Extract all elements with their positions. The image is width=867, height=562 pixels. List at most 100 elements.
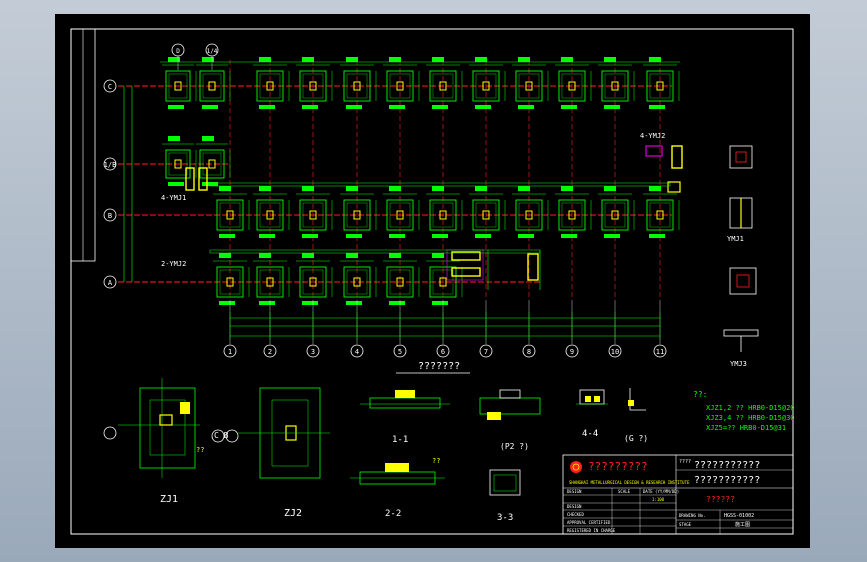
- project-name: ???????????: [694, 460, 760, 471]
- label-section-3-3: 3-3: [497, 513, 513, 523]
- label-2-ymj2: 2-YMJ2: [161, 260, 186, 268]
- axis-bubble-col-label-3: 3: [311, 348, 315, 356]
- label-zj1-qq: ??: [196, 446, 204, 454]
- footing-c-6: [426, 57, 463, 109]
- footing-b-4: [340, 186, 377, 238]
- pile-cap-6: [671, 145, 683, 169]
- label-ymj3: YMJ3: [730, 360, 747, 368]
- section-g-shape: [629, 388, 646, 411]
- zj1-axis-bubble: [103, 426, 117, 440]
- footing-b-11: [643, 186, 680, 238]
- label-section-p: (P2 ?): [500, 442, 529, 451]
- axis-bubble-col-label-7: 7: [484, 348, 488, 356]
- tb-stage-label: STAGE: [679, 522, 692, 527]
- tb-drawing-no-label: DRAWING No.: [679, 513, 706, 518]
- axis-bubble-col-label-2: 2: [268, 348, 272, 356]
- axis-bubble-row-label-1: C: [108, 83, 112, 91]
- tb-row1-scale: SCALE: [618, 489, 631, 494]
- footing-c-8: [512, 57, 549, 109]
- footing-b-5: [383, 186, 420, 238]
- section-1-1-column: [395, 390, 415, 398]
- tb-registered: REGISTERED IN CHARGE: [567, 528, 616, 533]
- footing-c-4: [340, 57, 377, 109]
- footing-b-10: [598, 186, 635, 238]
- footing-c-5: [383, 57, 420, 109]
- label-ymj1: YMJ1: [727, 235, 744, 243]
- ymj-plan-1: [729, 145, 753, 169]
- tb-row1-date: DATE (YY/MM/DD): [643, 489, 679, 494]
- label-22-qq: ??: [432, 457, 440, 465]
- notes-line-3: XJZ5=?? HRB0-D15@31: [706, 424, 786, 432]
- cad-viewport[interactable]: C 1/B B A 1 2 3 4 5 6 7 8 9 10 11 D 1/4 ??????? ZJ1 ZJ2 …: [0, 0, 867, 562]
- label-4-ymj2: 4-YMJ2: [640, 132, 665, 140]
- tie-beam-1: [209, 182, 671, 187]
- section-p2-beam: [487, 412, 501, 420]
- drawing-name: ???????????: [694, 475, 760, 486]
- axis-bubble-col-label-10: 10: [611, 348, 619, 356]
- ymj-plan-3: [729, 267, 757, 295]
- footing-c-9: [555, 57, 592, 109]
- axis-bubble-row-label-3: B: [108, 212, 112, 220]
- foundation-plan-drawing: C1/BBA1 2 3 4 5 6 7 8 9 10 11D 1/4 ??????? ZJ1 ZJ2 …: [70, 28, 795, 535]
- axis-bubble-col-label-6: 6: [441, 348, 445, 356]
- footing-1b-d: [162, 136, 197, 186]
- footing-a-3: [296, 253, 333, 305]
- footing-c-10: [598, 57, 635, 109]
- zj1-inner: [149, 399, 186, 456]
- tb-row1-design: DESIGN: [567, 489, 582, 494]
- project-label: ????: [679, 459, 691, 465]
- label-4-ymj1: 4-YMJ1: [161, 194, 186, 202]
- footing-b-1: [213, 186, 250, 238]
- tb-checked: CHECKED: [567, 512, 584, 517]
- label-section-g: (G ?): [624, 434, 648, 443]
- footing-a-2: [253, 253, 290, 305]
- tb-approval: APPROVAL CERTIFIED: [567, 520, 611, 525]
- section-4-4-box: [579, 389, 605, 405]
- ymj-plan-4: [723, 329, 759, 337]
- footing-b-6: [426, 186, 463, 238]
- section-1-1-base: [369, 397, 441, 409]
- axis-bubble-col-label-1: 1: [228, 348, 232, 356]
- axis-bubble-col-label-11: 11: [656, 348, 664, 356]
- label-section-2-2: 2-2: [385, 509, 401, 519]
- footing-b-9: [555, 186, 592, 238]
- footing-b-7: [469, 186, 506, 238]
- footing-a-5: [383, 253, 420, 305]
- dimension-layer: [123, 61, 680, 340]
- axis-bubble-col-label-9: 9: [570, 348, 574, 356]
- footing-b-2: [253, 186, 290, 238]
- footing-c-7: [469, 57, 506, 109]
- footing-1b-14: [196, 136, 231, 186]
- axis-grid-lines: [118, 60, 672, 300]
- section-p2-base: [479, 397, 541, 415]
- label-zj1: ZJ1: [160, 494, 178, 505]
- company-name: ?????????: [588, 460, 648, 473]
- label-section-4-4: 4-4: [582, 429, 598, 439]
- axis-bubble-col-label-5: 5: [398, 348, 402, 356]
- zj1-column: [180, 402, 190, 414]
- footing-layer: [162, 57, 683, 305]
- label-zj2: ZJ2: [284, 508, 302, 519]
- axis-bubble-top-label-1: D: [176, 48, 180, 55]
- tb-scale-value: 1:100: [652, 497, 665, 502]
- axis-bubble-top-label-2: 1/4: [207, 48, 218, 55]
- label-cross-cb: C B: [214, 431, 229, 440]
- pile-cap-5: [527, 253, 539, 281]
- footing-a-1: [213, 253, 250, 305]
- company-logo: [570, 461, 582, 473]
- magenta-mark-1: [645, 145, 663, 157]
- axis-bubble-col-label-4: 4: [355, 348, 359, 356]
- axis-bubble-col-label-8: 8: [527, 348, 531, 356]
- company-name-en: SHANGHAI METALLURGICAL DESIGN & RESEARCH…: [569, 480, 690, 485]
- tb-design: DESIGN: [567, 504, 582, 509]
- footing-b-8: [512, 186, 549, 238]
- section-2-2-column: [385, 463, 409, 472]
- footing-c-14: [196, 57, 231, 109]
- notes-line-1: XJZ1,2 ?? HRB0-D15@20: [706, 404, 795, 412]
- title-block: ????????? SHANGHAI METALLURGICAL DESIGN …: [562, 454, 794, 535]
- axis-bubble-row-label-4: A: [108, 279, 113, 287]
- axis-bubble-layer: C 1/B B A 1 2 3 4 5 6 7 8 9 10 11 D 1/4: [103, 43, 667, 358]
- footing-c-d: [162, 57, 197, 109]
- footing-c-11: [643, 57, 680, 109]
- plan-title: ???????: [418, 361, 460, 372]
